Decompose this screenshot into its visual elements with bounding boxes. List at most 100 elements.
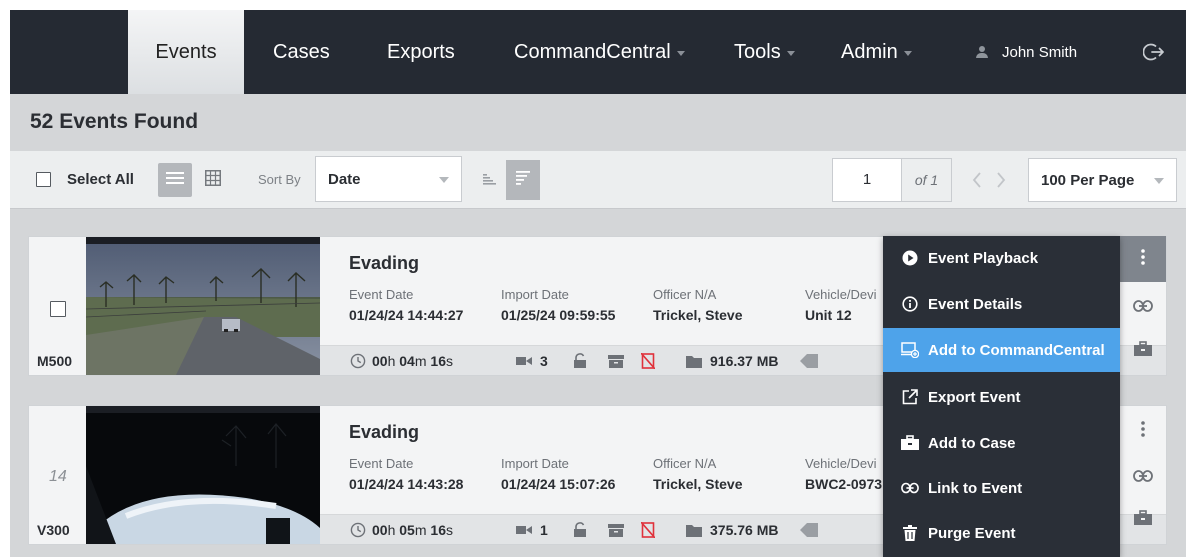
app-frame: Events Cases Exports CommandCentral Tool…: [10, 10, 1186, 557]
add-to-commandcentral-icon: [901, 341, 919, 359]
menu-item-add-to-commandcentral[interactable]: Add to CommandCentral: [883, 328, 1120, 372]
sort-ascending-icon: [481, 170, 497, 191]
clock-icon: [350, 353, 366, 369]
page-total-label: of 1: [902, 158, 952, 202]
more-actions-button[interactable]: [1132, 420, 1154, 442]
menu-item-purge-event[interactable]: Purge Event: [883, 511, 1120, 555]
unit-hours: h: [387, 353, 396, 369]
tag-icon: [800, 352, 818, 370]
duration-stat: 00 h 05 m 16 s: [350, 521, 453, 539]
sort-descending-icon: [515, 169, 531, 192]
link-icon: [901, 479, 919, 497]
nav-tab-label: Exports: [387, 40, 455, 63]
video-count: 1: [540, 522, 548, 538]
menu-item-export-event[interactable]: Export Event: [883, 375, 1120, 419]
device-model-label: V300: [37, 522, 70, 538]
menu-item-link-to-event[interactable]: Link to Event: [883, 466, 1120, 510]
duration-seconds: 16: [430, 353, 446, 369]
event-title: Evading: [349, 253, 420, 273]
video-count-stat: 1: [516, 521, 548, 539]
event-date-value: 01/24/24 14:43:28: [349, 476, 464, 492]
archive-icon: [608, 352, 624, 370]
menu-item-label: Event Details: [928, 295, 1023, 313]
briefcase-icon: [901, 434, 919, 452]
event-video-thumbnail[interactable]: [86, 237, 320, 375]
clock-icon: [350, 522, 366, 538]
per-page-dropdown[interactable]: 100 Per Page: [1028, 158, 1177, 202]
vertical-ellipsis-icon: [1141, 248, 1145, 270]
vehicle-device-label: Vehicle/Devi: [805, 287, 877, 302]
trash-icon: [901, 524, 919, 542]
event-select-checkbox[interactable]: [50, 301, 66, 317]
menu-item-label: Event Playback: [928, 249, 1039, 267]
user-menu[interactable]: John Smith: [976, 10, 1077, 94]
briefcase-icon[interactable]: [1132, 507, 1154, 529]
nav-tab-label: Cases: [273, 40, 330, 63]
menu-item-event-details[interactable]: Event Details: [883, 282, 1120, 326]
event-date-label: Event Date: [349, 456, 414, 471]
video-count: 3: [540, 353, 548, 369]
officer-value: Trickel, Steve: [653, 307, 743, 323]
tag-icon: [800, 521, 818, 539]
sort-by-dropdown[interactable]: Date: [315, 156, 462, 202]
video-camera-icon: [516, 524, 532, 536]
nav-tab-cases[interactable]: Cases: [273, 10, 330, 94]
select-all-checkbox[interactable]: [36, 172, 51, 187]
officer-label: Officer N/A: [653, 287, 717, 302]
sort-descending-button[interactable]: [506, 160, 540, 200]
nav-tab-exports[interactable]: Exports: [387, 10, 455, 94]
chevron-down-icon: [676, 51, 685, 56]
event-date-value: 01/24/24 14:44:27: [349, 307, 464, 323]
chevron-down-icon: [903, 51, 912, 56]
next-page-icon[interactable]: [994, 170, 1008, 190]
grid-view-button[interactable]: [196, 163, 230, 197]
chevron-down-icon: [1154, 178, 1164, 184]
file-size: 375.76 MB: [710, 522, 779, 538]
event-date-label: Event Date: [349, 287, 414, 302]
unlocked-icon: [573, 352, 587, 370]
briefcase-icon[interactable]: [1132, 338, 1154, 360]
unlocked-icon: [573, 521, 587, 539]
unit-minutes: m: [414, 353, 427, 369]
video-count-stat: 3: [516, 352, 548, 370]
officer-value: Trickel, Steve: [653, 476, 743, 492]
play-circle-icon: [901, 249, 919, 267]
import-date-value: 01/24/24 15:07:26: [501, 476, 616, 492]
chevron-down-icon: [786, 51, 795, 56]
link-icon[interactable]: [1132, 295, 1154, 317]
chevron-down-icon: [439, 177, 449, 183]
duration-minutes: 04: [399, 353, 415, 369]
page-number-input[interactable]: 1: [832, 158, 902, 202]
more-actions-button[interactable]: [1120, 236, 1166, 282]
menu-item-label: Add to Case: [928, 434, 1016, 452]
nav-tab-label: Tools: [734, 40, 781, 63]
restricted-icon: [641, 521, 655, 539]
duration-stat: 00 h 04 m 16 s: [350, 352, 453, 370]
nav-menu-tools[interactable]: Tools: [734, 10, 795, 94]
menu-item-label: Add to CommandCentral: [928, 341, 1105, 359]
duration-minutes: 05: [399, 522, 415, 538]
sort-by-value: Date: [328, 170, 361, 188]
nav-tab-events[interactable]: Events: [128, 10, 244, 94]
import-date-label: Import Date: [501, 456, 569, 471]
grid-view-icon: [205, 169, 221, 191]
vehicle-device-value: Unit 12: [805, 307, 852, 323]
top-navigation-bar: Events Cases Exports CommandCentral Tool…: [10, 10, 1186, 94]
event-actions-menu: Event Playback Event Details Add to Comm…: [883, 236, 1120, 557]
menu-item-label: Purge Event: [928, 524, 1016, 542]
event-video-thumbnail[interactable]: [86, 406, 320, 544]
select-all-label: Select All: [67, 171, 134, 188]
nav-menu-commandcentral[interactable]: CommandCentral: [514, 10, 685, 94]
nav-menu-admin[interactable]: Admin: [841, 10, 912, 94]
menu-item-add-to-case[interactable]: Add to Case: [883, 421, 1120, 465]
file-size-stat: 375.76 MB: [686, 521, 778, 539]
menu-item-event-playback[interactable]: Event Playback: [883, 236, 1120, 280]
link-icon[interactable]: [1132, 465, 1154, 487]
unit-seconds: s: [445, 353, 453, 369]
logout-icon[interactable]: [1142, 41, 1165, 63]
sort-ascending-button[interactable]: [472, 160, 506, 200]
previous-page-icon[interactable]: [970, 170, 984, 190]
vertical-ellipsis-icon: [1141, 420, 1145, 442]
list-view-button[interactable]: [158, 163, 192, 197]
file-size-stat: 916.37 MB: [686, 352, 778, 370]
